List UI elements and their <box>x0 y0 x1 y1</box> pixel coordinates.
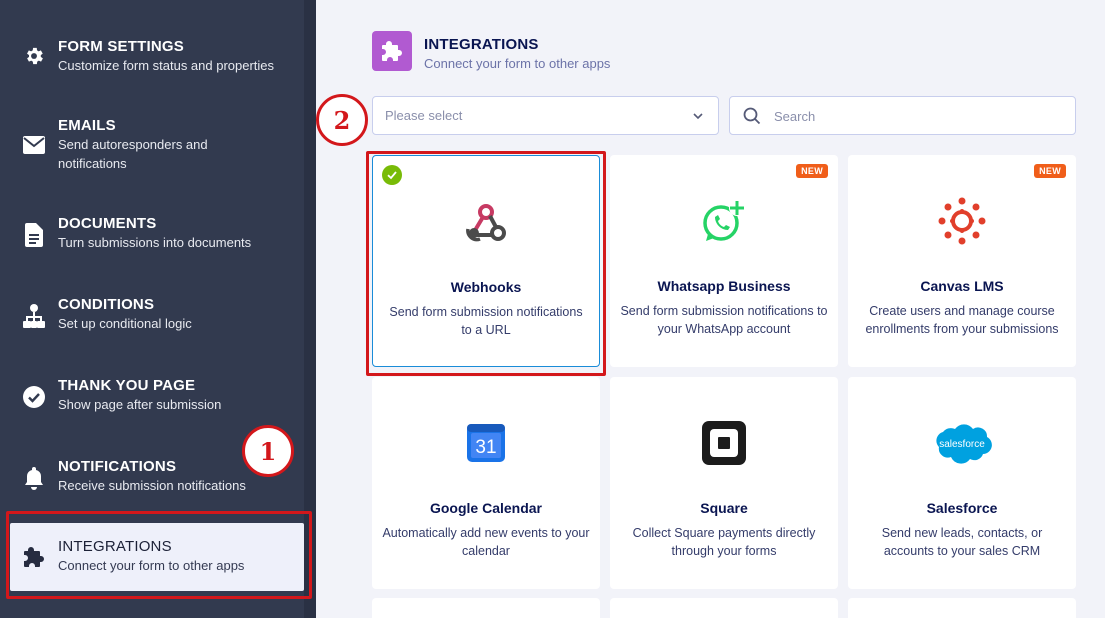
sidebar-item-desc: Show page after submission <box>58 397 222 412</box>
callout-badge-1: 1 <box>242 425 294 477</box>
sidebar-item-form-settings[interactable]: FORM SETTINGS Customize form status and … <box>0 38 304 82</box>
search-field[interactable] <box>729 96 1076 135</box>
page-title: INTEGRATIONS <box>424 36 539 53</box>
new-badge: NEW <box>1034 164 1066 178</box>
card-description: Create users and manage course enrollmen… <box>865 304 1059 336</box>
card-description: Automatically add new events to your cal… <box>382 526 590 558</box>
puzzle-icon <box>372 31 412 71</box>
sidebar-item-title: CONDITIONS <box>58 296 155 313</box>
search-icon <box>743 107 761 130</box>
integration-card-webhooks[interactable]: Webhooks Send form submission notificati… <box>372 155 600 367</box>
checkmark-icon <box>382 165 402 185</box>
card-description: Send form submission notifications to a … <box>389 305 583 337</box>
canvas-icon <box>848 195 1076 247</box>
callout-badge-2: 2 <box>316 94 368 146</box>
chevron-down-icon <box>692 109 704 127</box>
search-input[interactable] <box>774 106 1054 126</box>
calendar-day-text: 31 <box>475 437 496 458</box>
card-title: Salesforce <box>926 500 998 516</box>
sitemap-icon <box>22 304 46 328</box>
sidebar-item-title: FORM SETTINGS <box>58 38 184 55</box>
sidebar-item-title: EMAILS <box>58 117 116 134</box>
square-icon <box>610 417 838 469</box>
integration-card-google-calendar[interactable]: 31 Google Calendar Automatically add new… <box>372 377 600 589</box>
sidebar-item-documents[interactable]: DOCUMENTS Turn submissions into document… <box>0 215 304 259</box>
salesforce-logo-text: salesforce <box>939 439 985 450</box>
integration-card-partial[interactable] <box>610 598 838 618</box>
envelope-icon <box>22 133 46 157</box>
sidebar-item-desc: Turn submissions into documents <box>58 235 252 250</box>
check-circle-icon <box>22 385 46 409</box>
document-icon <box>22 223 46 247</box>
sidebar-item-emails[interactable]: EMAILS Send autoresponders and notificat… <box>0 117 304 177</box>
card-title: Webhooks <box>450 279 522 295</box>
highlight-box-integrations <box>6 511 312 599</box>
sidebar-item-conditions[interactable]: CONDITIONS Set up conditional logic <box>0 296 304 340</box>
integration-card-partial[interactable] <box>372 598 600 618</box>
sidebar-item-desc: Customize form status and properties <box>58 58 275 73</box>
bell-icon <box>22 466 46 490</box>
integration-card-partial[interactable] <box>848 598 1076 618</box>
webhook-icon <box>373 196 599 248</box>
page-subtitle: Connect your form to other apps <box>424 56 611 71</box>
card-description: Send new leads, contacts, or accounts to… <box>881 526 1043 558</box>
sidebar-item-desc: Set up conditional logic <box>58 316 192 331</box>
card-title: Square <box>700 500 748 516</box>
whatsapp-icon <box>610 195 838 247</box>
card-title: Canvas LMS <box>920 278 1004 294</box>
card-description: Collect Square payments directly through… <box>632 526 816 558</box>
sidebar-item-thank-you-page[interactable]: THANK YOU PAGE Show page after submissio… <box>0 377 304 421</box>
new-badge: NEW <box>796 164 828 178</box>
sidebar-item-desc: Receive submission notifications <box>58 478 246 493</box>
card-title: Google Calendar <box>429 500 543 516</box>
google-calendar-icon: 31 <box>372 417 600 469</box>
integration-card-salesforce[interactable]: salesforce Salesforce Send new leads, co… <box>848 377 1076 589</box>
select-placeholder: Please select <box>385 108 463 123</box>
card-title: Whatsapp Business <box>657 278 791 294</box>
gear-icon <box>22 44 46 68</box>
category-select[interactable]: Please select <box>372 96 719 135</box>
sidebar-item-title: THANK YOU PAGE <box>58 377 196 394</box>
integration-card-square[interactable]: Square Collect Square payments directly … <box>610 377 838 589</box>
sidebar-item-desc: Send autoresponders and notifications <box>58 137 208 171</box>
integration-card-canvas-lms[interactable]: NEW Canvas LMS Create users and manage c… <box>848 155 1076 367</box>
integration-card-whatsapp-business[interactable]: NEW Whatsapp Business Send form submissi… <box>610 155 838 367</box>
card-description: Send form submission notifications to yo… <box>620 304 828 336</box>
sidebar-item-title: DOCUMENTS <box>58 215 157 232</box>
salesforce-icon: salesforce <box>848 417 1076 469</box>
